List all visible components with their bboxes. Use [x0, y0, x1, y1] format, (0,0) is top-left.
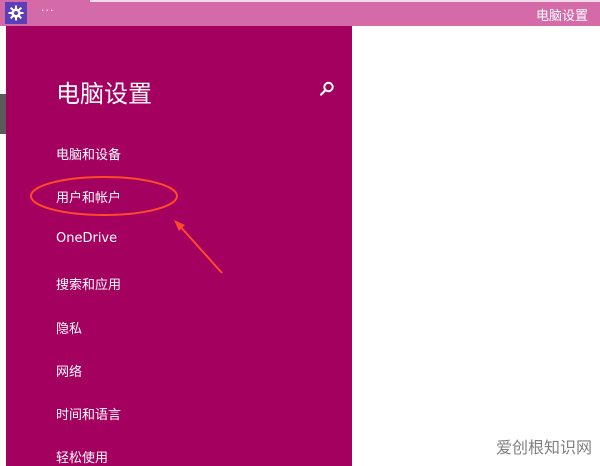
search-icon[interactable] — [318, 80, 336, 98]
nav-item-pc-and-devices[interactable]: 电脑和设备 — [56, 144, 121, 163]
content-pane — [352, 26, 600, 466]
nav-item-privacy[interactable]: 隐私 — [56, 318, 82, 337]
page-title: 电脑设置 — [56, 80, 152, 108]
app-window: ··· 电脑设置 电脑设置 电脑和设备 用户和帐户 OneDrive 搜索和应用… — [0, 0, 600, 466]
menu-dots-button[interactable]: ··· — [41, 4, 55, 17]
nav-item-network[interactable]: 网络 — [56, 361, 82, 380]
nav-item-ease-of-access[interactable]: 轻松使用 — [56, 447, 108, 466]
title-bar: ··· 电脑设置 — [0, 0, 600, 26]
watermark: 爱创根知识网 — [495, 438, 592, 457]
settings-nav-panel: 电脑设置 电脑和设备 用户和帐户 OneDrive 搜索和应用 隐私 网络 时间… — [6, 26, 352, 466]
window-title: 电脑设置 — [535, 9, 588, 24]
title-bar-highlight — [90, 0, 600, 2]
nav-item-onedrive[interactable]: OneDrive — [56, 231, 117, 246]
nav-item-search-and-apps[interactable]: 搜索和应用 — [56, 274, 121, 293]
gear-icon[interactable] — [5, 2, 27, 24]
nav-item-accounts[interactable]: 用户和帐户 — [56, 187, 121, 206]
nav-item-time-and-language[interactable]: 时间和语言 — [56, 404, 121, 423]
